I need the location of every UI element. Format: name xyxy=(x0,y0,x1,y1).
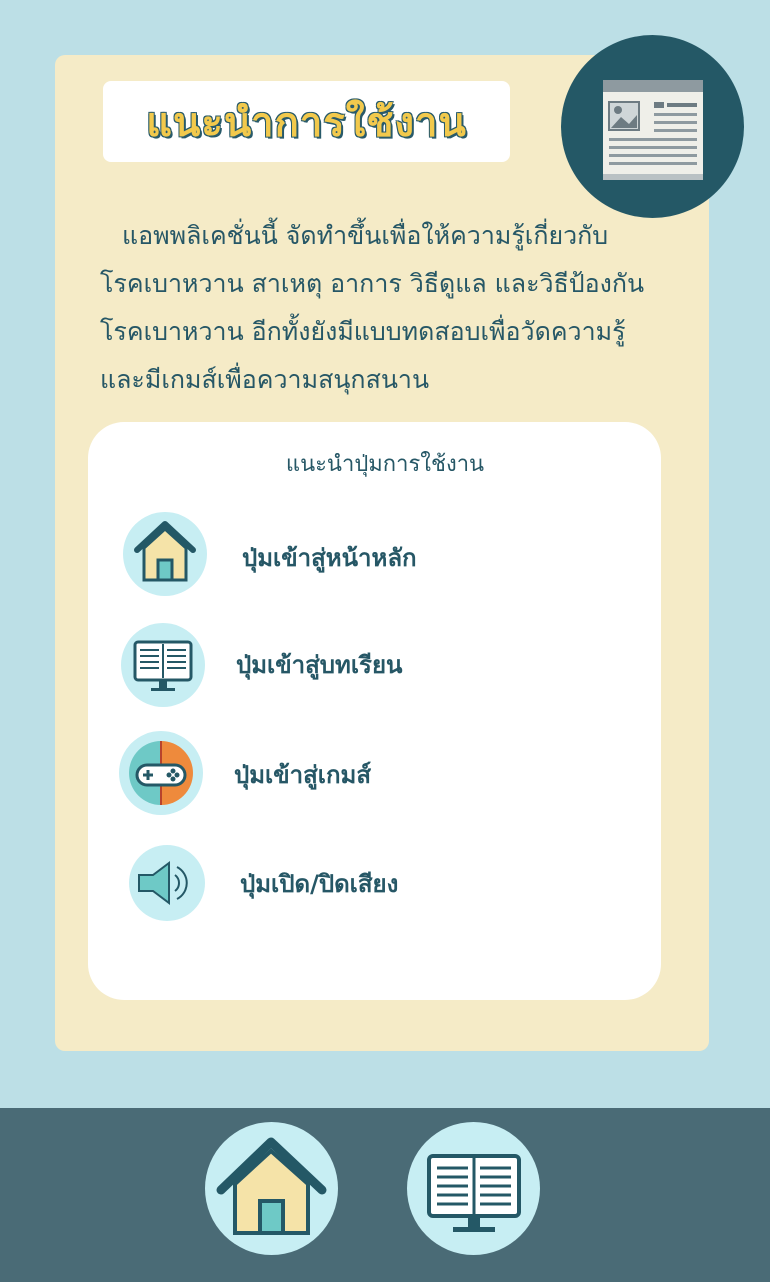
intro-line: และมีเกมส์เพื่อความสนุกสนาน xyxy=(100,365,430,394)
newspaper-badge xyxy=(561,35,744,218)
guide-item-label: ปุ่มเข้าสู่บทเรียน xyxy=(236,651,403,679)
lessons-button[interactable] xyxy=(407,1122,540,1255)
guide-item-games xyxy=(119,731,203,815)
guide-item-label: ปุ่มเปิด/ปิดเสียง xyxy=(240,870,399,898)
guide-item-sound xyxy=(129,845,205,921)
gamepad-icon xyxy=(129,741,193,805)
speaker-icon xyxy=(138,861,188,905)
guide-item-label: ปุ่มเข้าสู่หน้าหลัก xyxy=(242,544,417,572)
intro-line: แอพพลิเคชั่นนี้ จัดทำขึ้นเพื่อให้ความรู้… xyxy=(122,221,609,250)
home-icon xyxy=(134,521,196,582)
bottom-nav-bar xyxy=(0,1108,770,1282)
page-title: แนะนำการใช้งาน xyxy=(146,99,467,146)
book-monitor-icon xyxy=(427,1154,521,1232)
newspaper-icon xyxy=(603,80,703,180)
intro-line: โรคเบาหวาน อีกทั้งยังมีแบบทดสอบเพื่อวัดค… xyxy=(100,317,626,346)
title-banner: แนะนำการใช้งาน xyxy=(103,81,510,162)
screen: แนะนำการใช้งาน แอพพลิเคชั่นนี้ จัดทำขึ้น… xyxy=(0,0,770,1282)
intro-paragraph: แอพพลิเคชั่นนี้ จัดทำขึ้นเพื่อให้ความรู้… xyxy=(100,212,680,404)
guide-item-label: ปุ่มเข้าสู่เกมส์ xyxy=(234,761,371,789)
intro-line: โรคเบาหวาน สาเหตุ อาการ วิธีดูแล และวิธี… xyxy=(100,269,645,298)
guide-item-home xyxy=(123,512,207,596)
book-monitor-icon xyxy=(133,640,193,691)
home-icon xyxy=(216,1137,327,1235)
button-guide-title: แนะนำปุ่มการใช้งาน xyxy=(285,452,485,477)
home-button[interactable] xyxy=(205,1122,338,1255)
guide-item-lessons xyxy=(121,623,205,707)
